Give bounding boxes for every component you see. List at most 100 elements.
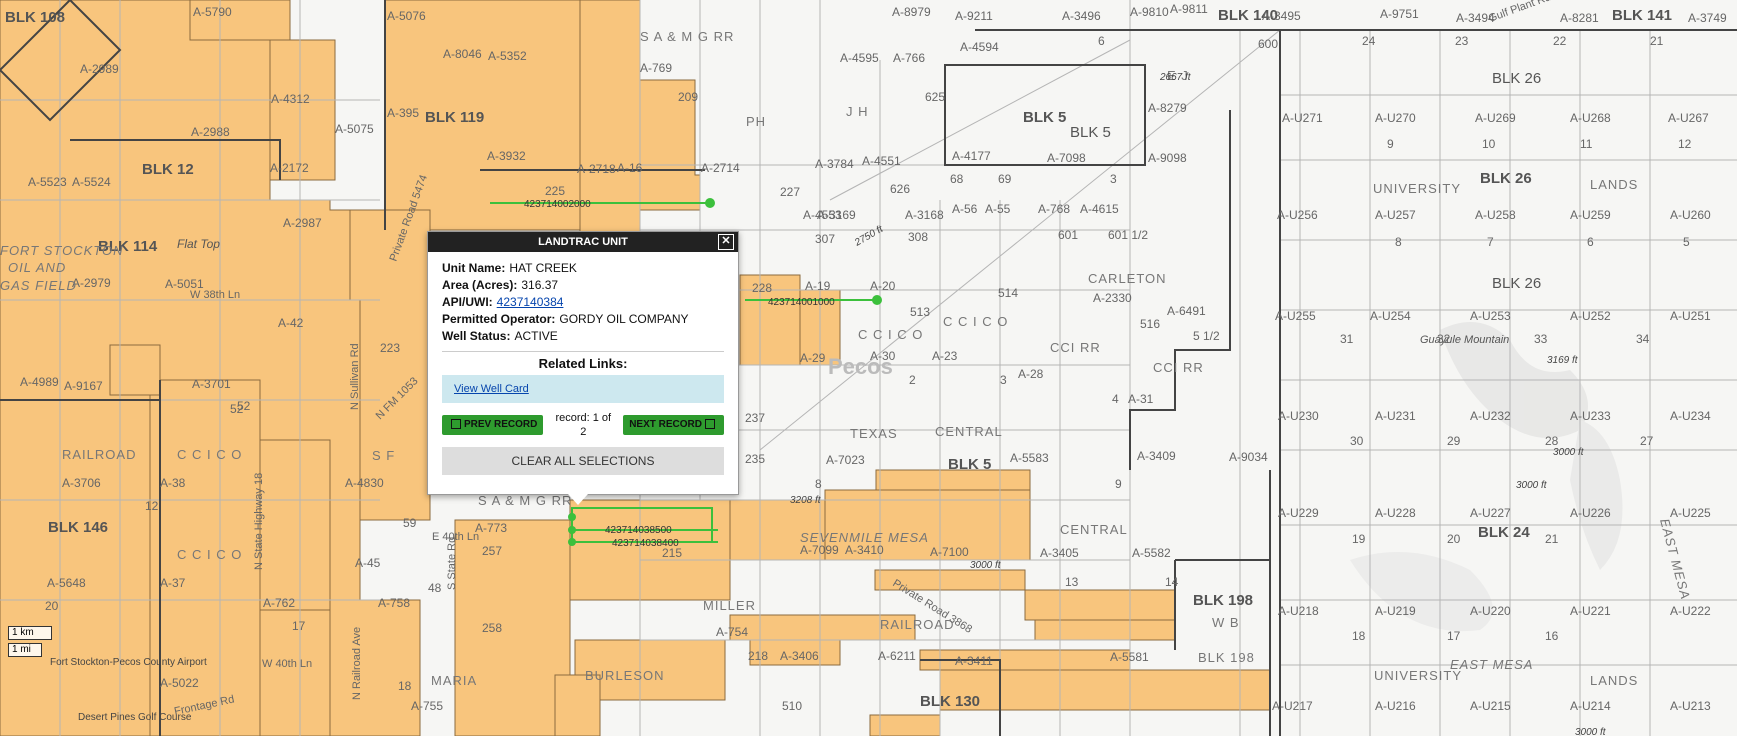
svg-text:A-56: A-56 bbox=[952, 202, 978, 216]
prev-record-button[interactable]: PREV RECORD bbox=[442, 415, 544, 435]
svg-text:BURLESON: BURLESON bbox=[585, 668, 665, 683]
svg-text:A-9751: A-9751 bbox=[1380, 7, 1419, 21]
svg-text:A-4989: A-4989 bbox=[20, 375, 59, 389]
svg-text:CENTRAL: CENTRAL bbox=[935, 424, 1003, 439]
svg-text:513: 513 bbox=[910, 305, 930, 319]
svg-text:A-U267: A-U267 bbox=[1668, 111, 1709, 125]
svg-text:A-U234: A-U234 bbox=[1670, 409, 1711, 423]
svg-text:A-2714: A-2714 bbox=[701, 161, 740, 175]
svg-text:A-8979: A-8979 bbox=[892, 5, 931, 19]
view-well-card-link[interactable]: View Well Card bbox=[454, 383, 529, 395]
svg-text:CCI RR: CCI RR bbox=[1050, 340, 1101, 355]
svg-text:218: 218 bbox=[748, 649, 768, 663]
svg-text:258: 258 bbox=[482, 621, 502, 635]
svg-text:12: 12 bbox=[145, 499, 159, 513]
popup-title: LANDTRAC UNIT bbox=[538, 236, 628, 248]
svg-text:C C I C O: C C I C O bbox=[177, 547, 242, 562]
svg-text:24: 24 bbox=[1362, 34, 1376, 48]
svg-text:423714001000: 423714001000 bbox=[768, 297, 835, 308]
svg-text:A-4177: A-4177 bbox=[952, 149, 991, 163]
feature-info-popup[interactable]: LANDTRAC UNIT ✕ Unit Name: HAT CREEK Area… bbox=[427, 231, 739, 505]
svg-text:A-U229: A-U229 bbox=[1278, 506, 1319, 520]
svg-text:227: 227 bbox=[780, 185, 800, 199]
svg-text:A-5022: A-5022 bbox=[160, 676, 199, 690]
svg-text:A-5790: A-5790 bbox=[193, 5, 232, 19]
block-label: BLK 5 bbox=[1070, 124, 1111, 141]
svg-text:9: 9 bbox=[1115, 477, 1122, 491]
svg-text:A-2987: A-2987 bbox=[283, 216, 322, 230]
svg-text:A-U231: A-U231 bbox=[1375, 409, 1416, 423]
next-record-button[interactable]: NEXT RECORD bbox=[623, 415, 724, 435]
svg-text:3000 ft: 3000 ft bbox=[970, 560, 1002, 571]
svg-text:PH: PH bbox=[746, 114, 766, 129]
svg-text:A-2989: A-2989 bbox=[80, 62, 119, 76]
block-label: BLK 141 bbox=[1612, 7, 1672, 24]
svg-text:6: 6 bbox=[1098, 34, 1105, 48]
svg-text:3000 ft: 3000 ft bbox=[1516, 480, 1548, 491]
svg-text:20: 20 bbox=[1447, 532, 1461, 546]
svg-text:A-4595: A-4595 bbox=[840, 51, 879, 65]
svg-text:A-U218: A-U218 bbox=[1278, 604, 1319, 618]
svg-text:228: 228 bbox=[752, 281, 772, 295]
svg-text:21: 21 bbox=[1650, 34, 1664, 48]
field-well-status: Well Status: ACTIVE bbox=[442, 329, 558, 343]
svg-text:A-3495: A-3495 bbox=[1262, 9, 1301, 23]
svg-text:A-3749: A-3749 bbox=[1688, 11, 1727, 25]
block-label: BLK 26 bbox=[1492, 70, 1541, 87]
clear-all-selections-button[interactable]: CLEAR ALL SELECTIONS bbox=[442, 447, 724, 475]
svg-text:68: 68 bbox=[950, 172, 964, 186]
svg-text:A-37: A-37 bbox=[160, 576, 186, 590]
svg-text:A-5075: A-5075 bbox=[335, 122, 374, 136]
svg-text:A-U255: A-U255 bbox=[1275, 309, 1316, 323]
svg-text:A-395: A-395 bbox=[387, 106, 419, 120]
svg-text:A-7099: A-7099 bbox=[800, 543, 839, 557]
svg-text:Guayule Mountain: Guayule Mountain bbox=[1420, 334, 1509, 346]
svg-text:A-20: A-20 bbox=[870, 279, 896, 293]
svg-text:A-U269: A-U269 bbox=[1475, 111, 1516, 125]
svg-text:A-U213: A-U213 bbox=[1670, 699, 1711, 713]
svg-text:A-23: A-23 bbox=[932, 349, 958, 363]
svg-text:A-28: A-28 bbox=[1018, 367, 1044, 381]
api-uwi-link[interactable]: 4237140384 bbox=[497, 295, 564, 309]
svg-text:N Sullivan Rd: N Sullivan Rd bbox=[349, 343, 361, 410]
svg-text:A-31: A-31 bbox=[1128, 392, 1154, 406]
svg-text:625: 625 bbox=[925, 90, 945, 104]
svg-text:18: 18 bbox=[398, 679, 412, 693]
svg-text:10: 10 bbox=[1482, 137, 1496, 151]
svg-text:A-U222: A-U222 bbox=[1670, 604, 1711, 618]
svg-text:17: 17 bbox=[292, 619, 306, 633]
svg-text:A-U256: A-U256 bbox=[1277, 208, 1318, 222]
field-api-uwi: API/UWI: 4237140384 bbox=[442, 295, 564, 309]
svg-text:14: 14 bbox=[1165, 575, 1179, 589]
svg-text:A-16: A-16 bbox=[617, 161, 643, 175]
svg-text:A-U217: A-U217 bbox=[1272, 699, 1313, 713]
svg-text:A-3706: A-3706 bbox=[62, 476, 101, 490]
svg-text:A-U219: A-U219 bbox=[1375, 604, 1416, 618]
svg-text:A-U233: A-U233 bbox=[1570, 409, 1611, 423]
svg-text:23: 23 bbox=[1455, 34, 1469, 48]
svg-text:A-U232: A-U232 bbox=[1470, 409, 1511, 423]
well-card-row: View Well Card bbox=[442, 375, 724, 403]
svg-text:A-2330: A-2330 bbox=[1093, 291, 1132, 305]
map-canvas[interactable]: BLK 108 BLK 12 BLK 114 BLK 119 BLK 5 BLK… bbox=[0, 0, 1737, 736]
svg-text:423714002000: 423714002000 bbox=[524, 199, 591, 210]
svg-text:S F: S F bbox=[372, 448, 395, 463]
svg-text:A-9211: A-9211 bbox=[955, 9, 993, 23]
svg-text:A-U251: A-U251 bbox=[1670, 309, 1711, 323]
svg-text:A-U270: A-U270 bbox=[1375, 111, 1416, 125]
svg-text:307: 307 bbox=[815, 232, 835, 246]
svg-text:A-4830: A-4830 bbox=[345, 476, 384, 490]
svg-text:Pecos: Pecos bbox=[828, 354, 893, 379]
svg-text:A-U228: A-U228 bbox=[1375, 506, 1416, 520]
svg-text:A-9167: A-9167 bbox=[64, 379, 103, 393]
svg-text:A-2718: A-2718 bbox=[577, 162, 616, 176]
svg-text:A-5582: A-5582 bbox=[1132, 546, 1171, 560]
svg-text:32: 32 bbox=[1437, 332, 1451, 346]
svg-text:A-38: A-38 bbox=[160, 476, 186, 490]
block-label: BLK 26 bbox=[1480, 170, 1532, 187]
svg-text:A-3932: A-3932 bbox=[487, 149, 526, 163]
close-icon[interactable]: ✕ bbox=[718, 234, 734, 250]
svg-text:A-2988: A-2988 bbox=[191, 125, 230, 139]
svg-text:3: 3 bbox=[1110, 172, 1117, 186]
block-label: BLK 12 bbox=[142, 161, 194, 178]
